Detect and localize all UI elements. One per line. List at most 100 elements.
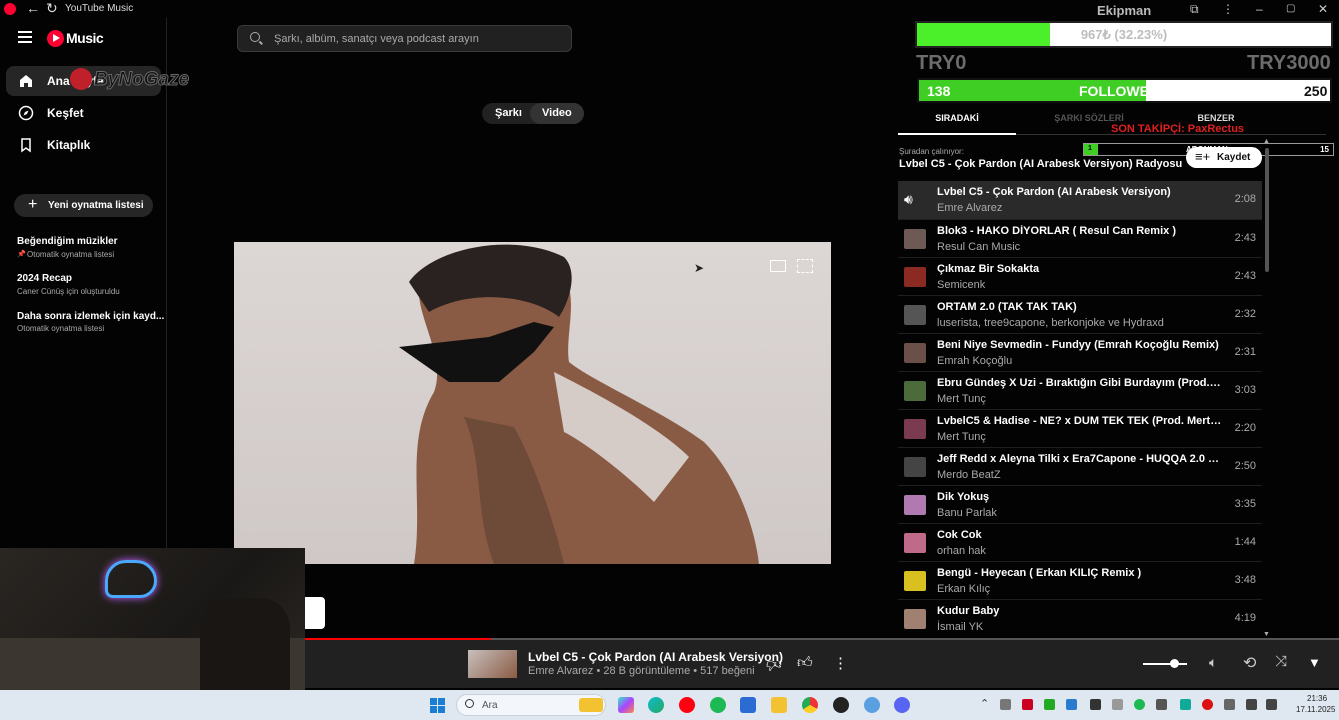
track-thumbnail	[904, 609, 926, 629]
queue-item[interactable]: Dik Yokuş Banu Parlak 3:35	[898, 485, 1262, 523]
sidebar-item-explore[interactable]: Keşfet	[6, 98, 161, 128]
scroll-up-icon[interactable]: ▲	[1263, 138, 1270, 145]
miniplayer-icon[interactable]	[770, 260, 786, 272]
obs-icon[interactable]	[833, 697, 849, 713]
search-icon-handle	[259, 40, 263, 45]
ytmusic-taskbar-icon[interactable]	[679, 697, 695, 713]
queue-item[interactable]: Çıkmaz Bir Sokakta Semicenk 2:43	[898, 257, 1262, 295]
track-title: Beni Niye Sevmedin - Fundyy (Emrah Koçoğ…	[937, 339, 1219, 351]
taskbar-search[interactable]: Ara	[456, 694, 606, 716]
edge-icon[interactable]	[648, 697, 664, 713]
clock-date[interactable]: 17.11.2025	[1296, 705, 1335, 714]
explore-icon	[18, 105, 34, 121]
playlist-title[interactable]: Daha sonra izlemek için kayd...	[17, 311, 164, 322]
goal-max: TRY3000	[1247, 52, 1331, 74]
taskbar: Ara ⌃ 21:36 17.11.2025	[0, 690, 1339, 720]
like-icon[interactable]: 👍︎	[797, 654, 813, 672]
track-title: Lvbel C5 - Çok Pardon (AI Arabesk Versiy…	[937, 186, 1171, 198]
tray-icon-6[interactable]	[1112, 699, 1123, 710]
minimize-button[interactable]: –	[1256, 2, 1263, 16]
sidebar-item-library[interactable]: Kitaplık	[6, 130, 161, 160]
close-button[interactable]: ✕	[1318, 2, 1328, 16]
extension-icon[interactable]: ⧉	[1190, 2, 1199, 17]
dislike-icon[interactable]: 👍︎	[766, 655, 782, 673]
watermark-text: ByNoGaze	[93, 69, 190, 91]
discord-icon[interactable]	[894, 697, 910, 713]
track-artist: Emre Alvarez	[937, 202, 1003, 214]
speaker-icon[interactable]	[1266, 699, 1277, 710]
wifi-icon[interactable]	[1246, 699, 1257, 710]
subscriber-current: 1	[1088, 145, 1092, 152]
microphone-icon[interactable]	[1224, 699, 1235, 710]
track-duration: 2:08	[1234, 193, 1256, 205]
tab-lyrics[interactable]: ŞARKI SÖZLERİ	[1030, 113, 1148, 123]
toggle-song[interactable]: Şarkı	[495, 107, 522, 119]
more-vert-icon[interactable]: ⋮	[1222, 2, 1234, 16]
clock-time[interactable]: 21:36	[1307, 694, 1327, 703]
save-queue-button[interactable]: ≡+ Kaydet	[1186, 147, 1262, 168]
queue-scrollbar[interactable]	[1265, 148, 1269, 272]
tray-icon-5[interactable]	[1090, 699, 1101, 710]
queue-item[interactable]: LvbelC5 & Hadise - NE? x DUM TEK TEK (Pr…	[898, 409, 1262, 447]
queue-item[interactable]: Jeff Redd x Aleyna Tilki x Era7Capone - …	[898, 447, 1262, 485]
queue-item[interactable]: Beni Niye Sevmedin - Fundyy (Emrah Koçoğ…	[898, 333, 1262, 371]
tray-icon-2[interactable]	[1022, 699, 1033, 710]
shuffle-icon[interactable]: ⤨	[1275, 653, 1287, 670]
toggle-video[interactable]: Video	[542, 107, 572, 119]
scroll-down-icon[interactable]: ▼	[1263, 631, 1270, 638]
back-arrow-icon[interactable]: ←	[26, 0, 40, 16]
playlist-title[interactable]: 2024 Recap	[17, 273, 72, 284]
tray-chevron-icon[interactable]: ⌃	[980, 697, 989, 710]
reload-icon[interactable]: ↻	[46, 0, 58, 17]
tab-up-next[interactable]: SIRADAKİ	[898, 113, 1016, 123]
volume-handle[interactable]	[1170, 659, 1179, 668]
queue-item[interactable]: ORTAM 2.0 (TAK TAK TAK) luserista, tree9c…	[898, 295, 1262, 333]
tab-underline	[898, 133, 1016, 135]
collapse-button[interactable]	[305, 597, 325, 629]
chrome-icon[interactable]	[802, 697, 818, 713]
repeat-icon[interactable]: ⟲	[1243, 653, 1256, 673]
tray-icon-3[interactable]	[1044, 699, 1055, 710]
new-playlist-label: Yeni oynatma listesi	[48, 200, 144, 211]
track-artist: Resul Can Music	[937, 241, 1021, 253]
tab-related[interactable]: BENZER	[1157, 113, 1275, 123]
video-player[interactable]	[234, 242, 831, 564]
song-video-toggle[interactable]: Şarkı Video	[482, 103, 584, 124]
fullscreen-icon[interactable]	[797, 259, 813, 273]
queue-item[interactable]: Bengü - Heyecan ( Erkan KILIÇ Remix ) Erk…	[898, 561, 1262, 599]
volume-icon[interactable]: 🔈︎	[1209, 654, 1217, 671]
new-playlist-button[interactable]: + Yeni oynatma listesi	[14, 194, 153, 217]
tray-icon-10[interactable]	[1202, 699, 1213, 710]
tray-icon-4[interactable]	[1066, 699, 1077, 710]
goal-min: TRY0	[916, 52, 967, 74]
now-playing-thumb[interactable]	[468, 650, 517, 678]
followers-current: 138	[927, 83, 951, 99]
copilot-icon[interactable]	[618, 697, 634, 713]
now-playing-meta: Emre Alvarez • 28 B görüntüleme • 517 be…	[528, 665, 755, 677]
volume-slider[interactable]	[1143, 663, 1187, 665]
now-playing-title[interactable]: Lvbel C5 - Çok Pardon (AI Arabesk Versiy…	[528, 650, 783, 664]
queue-item[interactable]: Kudur Baby İsmail YK 4:19	[898, 599, 1262, 637]
spotify-icon[interactable]	[710, 697, 726, 713]
store-icon[interactable]	[740, 697, 756, 713]
tray-icon-7[interactable]	[1134, 699, 1145, 710]
mouse-cursor-icon: ➤	[694, 261, 705, 275]
tray-icon-8[interactable]	[1156, 699, 1167, 710]
playlist-title[interactable]: Beğendiğim müzikler	[17, 236, 118, 247]
queue-item[interactable]: Cok Cok orhan hak 1:44	[898, 523, 1262, 561]
search-icon	[465, 699, 474, 708]
tray-icon-1[interactable]	[1000, 699, 1011, 710]
maximize-button[interactable]: ▢	[1286, 3, 1295, 14]
queue-item[interactable]: Ebru Gündeş X Uzi - Bıraktığın Gibi Burd…	[898, 371, 1262, 409]
track-artist: Emrah Koçoğlu	[937, 355, 1013, 367]
tray-icon-9[interactable]	[1180, 699, 1191, 710]
search-input[interactable]: Şarkı, albüm, sanatçı veya podcast arayı…	[237, 25, 572, 52]
file-explorer-icon[interactable]	[771, 697, 787, 713]
webcam-light-ring	[105, 560, 157, 598]
queue-item[interactable]: Blok3 - HAKO DİYORLAR ( Resul Can Remix …	[898, 219, 1262, 257]
queue-item[interactable]: 🔊︎ Lvbel C5 - Çok Pardon (AI Arabesk Vers…	[898, 181, 1262, 219]
network-app-icon[interactable]	[864, 697, 880, 713]
more-options-icon[interactable]: ⋮	[833, 654, 848, 672]
windows-start-icon[interactable]	[430, 698, 445, 713]
expand-player-icon[interactable]: ▼	[1308, 655, 1321, 670]
